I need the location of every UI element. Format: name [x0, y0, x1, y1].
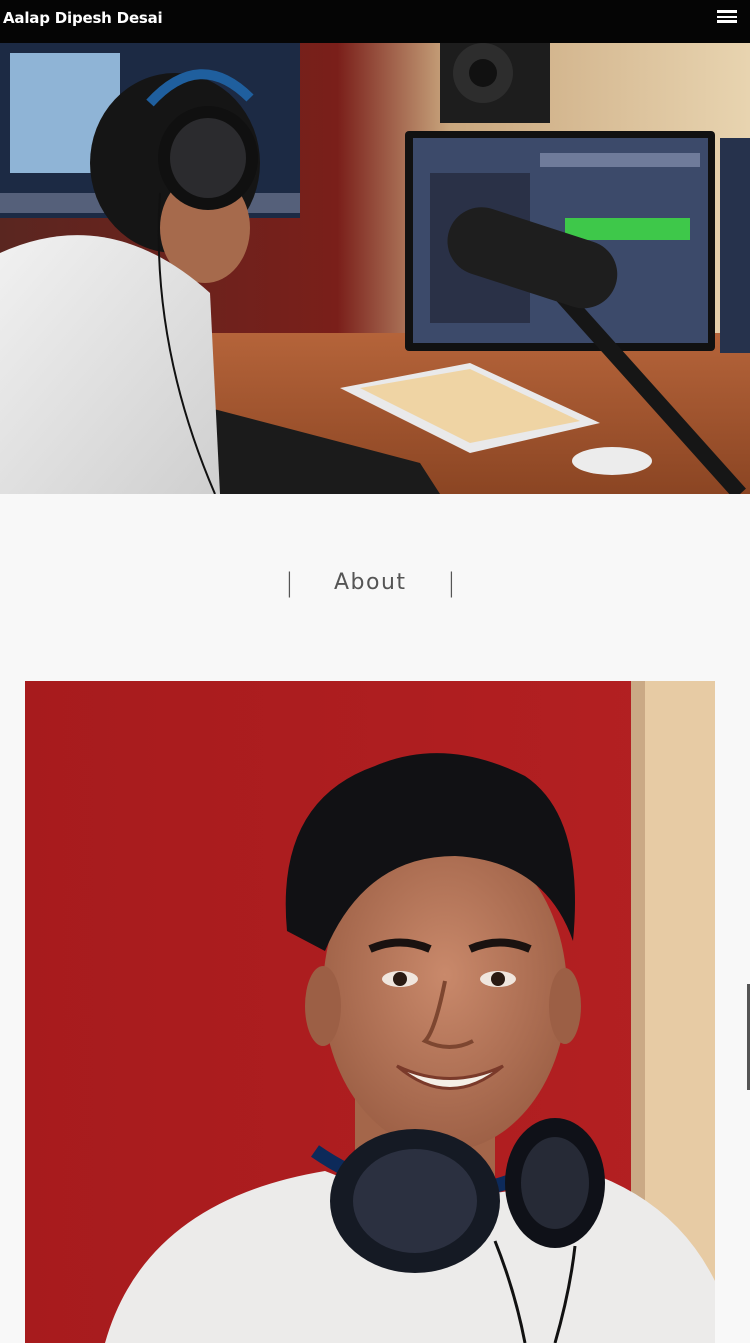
hamburger-menu-icon[interactable] [717, 10, 737, 24]
heading-separator-right: | [447, 568, 456, 598]
site-header: Aalap Dipesh Desai [0, 0, 750, 43]
heading-separator-left: | [285, 568, 294, 598]
hero-image [0, 43, 750, 494]
about-heading-text: About [334, 570, 407, 595]
about-section-heading: | About | [0, 565, 750, 605]
portrait-image [25, 681, 715, 1343]
site-title-link[interactable]: Aalap Dipesh Desai [3, 8, 163, 28]
